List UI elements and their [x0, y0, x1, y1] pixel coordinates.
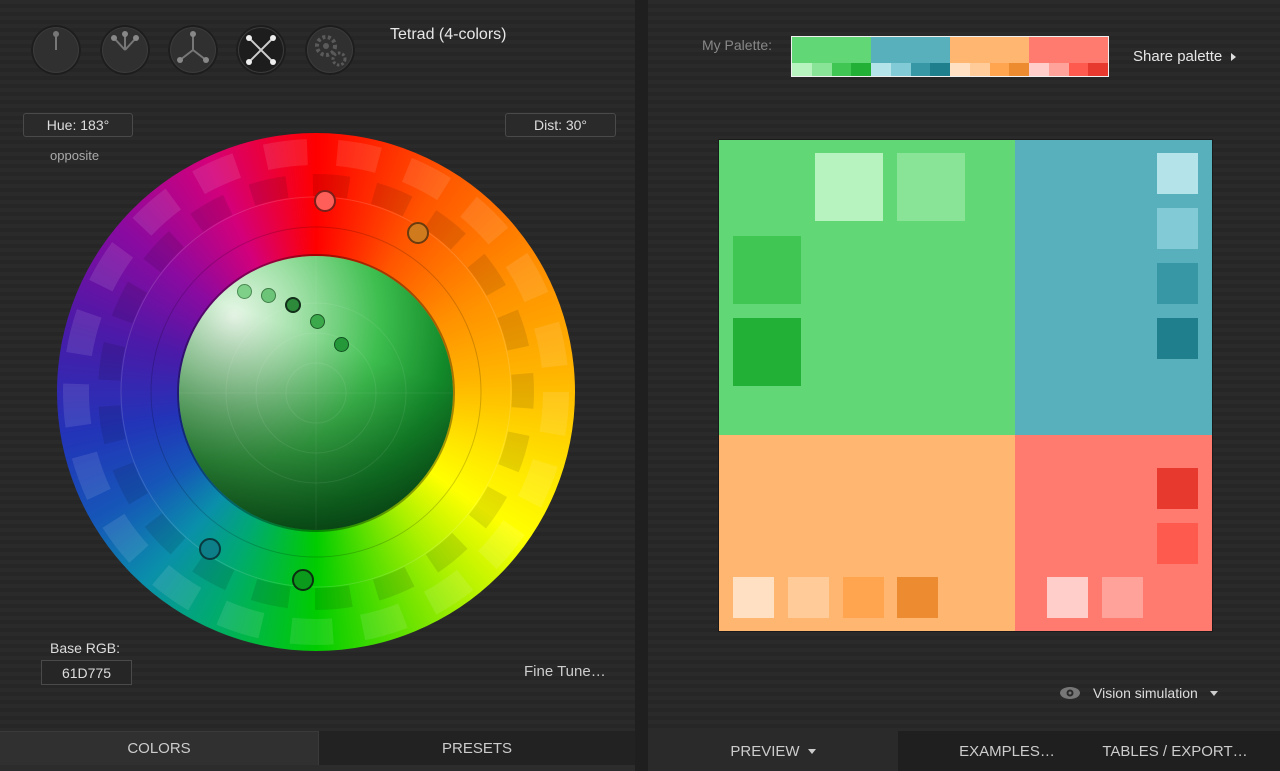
- palette-shade-swatch[interactable]: [1068, 63, 1089, 76]
- my-palette-label: My Palette:: [702, 37, 773, 53]
- preview-swatch: [1157, 523, 1198, 564]
- palette-bar[interactable]: [791, 36, 1109, 77]
- vision-simulation-button[interactable]: Vision simulation: [1059, 685, 1218, 701]
- tab-colors[interactable]: COLORS: [0, 731, 318, 765]
- base-rgb-input[interactable]: 61D775: [41, 660, 132, 685]
- shade-marker[interactable]: [310, 314, 325, 329]
- tab-presets[interactable]: PRESETS: [318, 731, 635, 765]
- preview-swatch: [1047, 577, 1088, 618]
- preview-swatch: [1102, 577, 1143, 618]
- palette-shade-swatch[interactable]: [989, 63, 1010, 76]
- preview-swatch: [733, 236, 801, 304]
- preview-swatch: [1157, 468, 1198, 509]
- palette-shade-swatch[interactable]: [1088, 63, 1108, 76]
- saturation-brightness-disc[interactable]: [179, 256, 453, 530]
- palette-shade-swatch[interactable]: [792, 63, 812, 76]
- hue-marker-red[interactable]: [314, 190, 336, 212]
- vision-simulation-label: Vision simulation: [1093, 685, 1198, 701]
- palette-shade-swatch[interactable]: [851, 63, 871, 76]
- palette-shade-swatch[interactable]: [1009, 63, 1029, 76]
- palette-shade-swatch[interactable]: [930, 63, 950, 76]
- tab-preview[interactable]: PREVIEW: [648, 731, 898, 771]
- palette-color-group[interactable]: [950, 37, 1029, 76]
- palette-shade-swatch[interactable]: [1048, 63, 1069, 76]
- palette-shade-swatch[interactable]: [950, 63, 970, 76]
- preview-swatch: [788, 577, 829, 618]
- panel-divider: [635, 0, 648, 771]
- palette-color-group[interactable]: [792, 37, 871, 76]
- palette-shade-swatch[interactable]: [831, 63, 852, 76]
- preview-swatch: [843, 577, 884, 618]
- tab-preview-label: PREVIEW: [730, 742, 800, 760]
- hue-marker-green[interactable]: [292, 569, 314, 591]
- palette-main-swatch[interactable]: [1029, 37, 1108, 63]
- palette-main-swatch[interactable]: [792, 37, 871, 63]
- adjacent-icon[interactable]: [100, 25, 150, 75]
- caret-down-icon: [1209, 690, 1218, 696]
- preview-swatch: [815, 153, 883, 221]
- palette-preview: [718, 139, 1213, 632]
- palette-shade-swatch[interactable]: [811, 63, 832, 76]
- hue-marker-orange[interactable]: [407, 222, 429, 244]
- palette-shade-swatch[interactable]: [910, 63, 931, 76]
- shade-marker-base[interactable]: [285, 297, 301, 313]
- preview-swatch: [1157, 318, 1198, 359]
- preview-swatch: [733, 318, 801, 386]
- shade-marker[interactable]: [334, 337, 349, 352]
- preview-swatch: [1157, 263, 1198, 304]
- palette-color-group[interactable]: [1029, 37, 1108, 76]
- color-wheel[interactable]: [57, 133, 575, 651]
- preview-swatch: [897, 577, 938, 618]
- mode-title: Tetrad (4-colors): [390, 26, 507, 43]
- preview-swatch: [1157, 208, 1198, 249]
- caret-right-icon: [1231, 52, 1237, 61]
- tetrad-icon[interactable]: [236, 25, 286, 75]
- hue-marker-teal[interactable]: [199, 538, 221, 560]
- tab-examples[interactable]: EXAMPLES…: [940, 731, 1074, 771]
- shade-marker[interactable]: [261, 288, 276, 303]
- custom-gear-icon[interactable]: [305, 25, 355, 75]
- palette-shade-swatch[interactable]: [871, 63, 891, 76]
- palette-shade-swatch[interactable]: [969, 63, 990, 76]
- palette-shade-swatch[interactable]: [890, 63, 911, 76]
- palette-main-swatch[interactable]: [871, 37, 950, 63]
- caret-down-icon: [807, 748, 816, 754]
- eye-icon: [1060, 687, 1080, 699]
- base-rgb-label: Base RGB:: [50, 640, 121, 656]
- share-palette-label: Share palette: [1133, 48, 1223, 65]
- palette-main-swatch[interactable]: [950, 37, 1029, 63]
- preview-swatch: [897, 153, 965, 221]
- preview-swatch: [733, 577, 774, 618]
- tab-tables-export[interactable]: TABLES / EXPORT…: [1090, 731, 1260, 771]
- fine-tune-button[interactable]: Fine Tune…: [524, 663, 606, 680]
- mono-icon[interactable]: [31, 25, 81, 75]
- palette-color-group[interactable]: [871, 37, 950, 76]
- shade-marker[interactable]: [237, 284, 252, 299]
- triad-icon[interactable]: [168, 25, 218, 75]
- preview-swatch: [1157, 153, 1198, 194]
- share-palette-button[interactable]: Share palette: [1133, 48, 1237, 65]
- palette-shade-swatch[interactable]: [1029, 63, 1049, 76]
